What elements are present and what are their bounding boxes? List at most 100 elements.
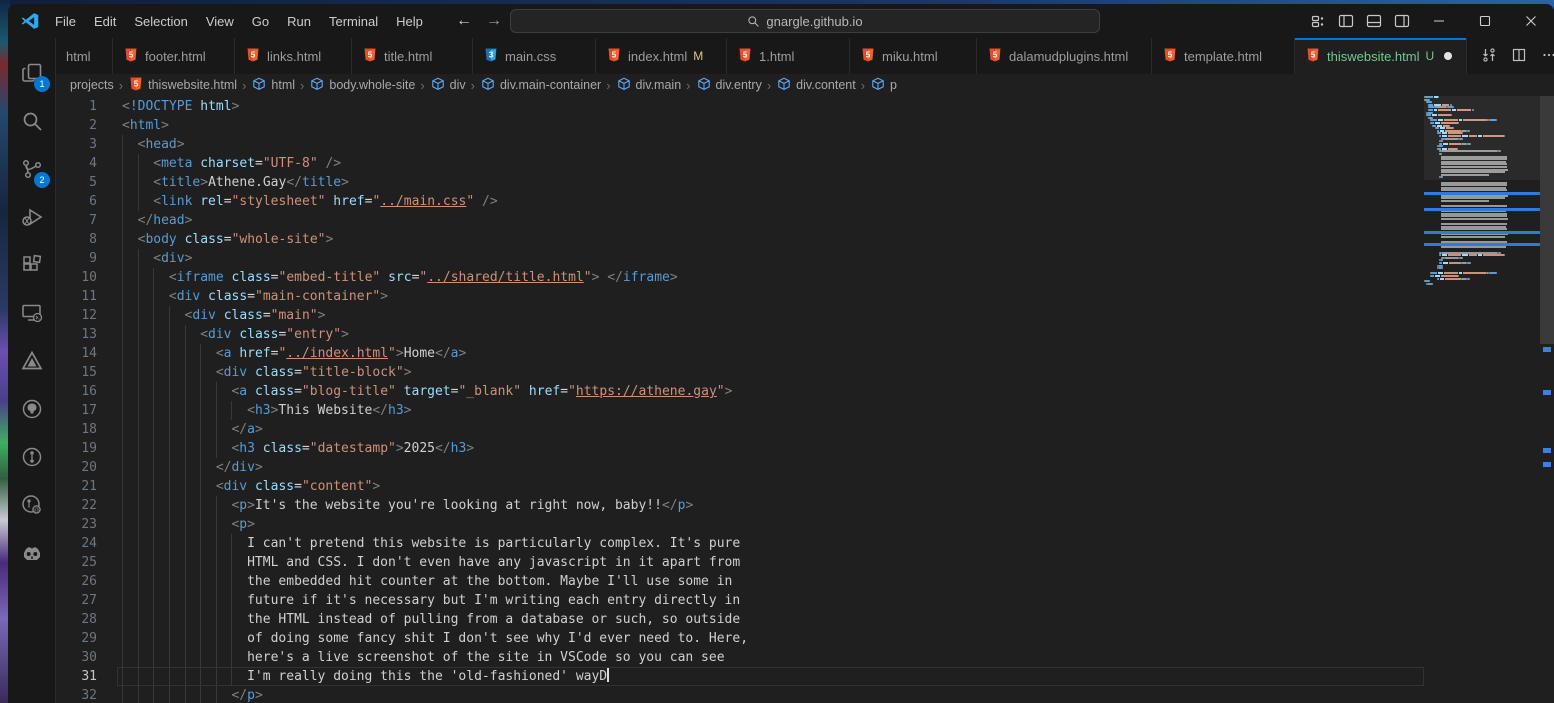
menu-file[interactable]: File <box>46 10 85 33</box>
code-line-8[interactable]: 8<body class="whole-site"> <box>57 230 1424 249</box>
activity-run-debug-icon[interactable] <box>8 194 56 242</box>
code-line-21[interactable]: 21<div class="content"> <box>57 477 1424 496</box>
tab-index.html[interactable]: 5index.htmlM <box>596 38 727 74</box>
menu-terminal[interactable]: Terminal <box>320 10 387 33</box>
activity-remote-explorer-icon[interactable] <box>8 290 56 338</box>
code-line-28[interactable]: 28the HTML instead of pulling from a dat… <box>57 610 1424 629</box>
activity-source-control-icon[interactable]: 2 <box>8 146 56 194</box>
breadcrumb-item-p[interactable]: p <box>870 76 897 95</box>
code-line-5[interactable]: 5<title>Athene.Gay</title> <box>57 173 1424 192</box>
breadcrumb-item-div.main[interactable]: div.main <box>616 76 682 95</box>
tab-main.css[interactable]: 3main.css <box>473 38 596 74</box>
panel-left-icon[interactable] <box>1338 13 1354 29</box>
code-line-16[interactable]: 16<a class="blog-title" target="_blank" … <box>57 382 1424 401</box>
compare-changes-icon[interactable] <box>1481 47 1497 66</box>
code-line-31[interactable]: 31I'm really doing this the 'old-fashion… <box>57 667 1424 686</box>
forward-arrow-icon[interactable]: → <box>486 12 502 30</box>
minimap-slider[interactable] <box>1424 96 1540 180</box>
split-editor-icon[interactable] <box>1511 47 1527 66</box>
menu-view[interactable]: View <box>197 10 243 33</box>
code-line-22[interactable]: 22<p>It's the website you're looking at … <box>57 496 1424 515</box>
tab-footer.html[interactable]: 5footer.html <box>113 38 235 74</box>
code-line-23[interactable]: 23<p> <box>57 515 1424 534</box>
breadcrumb-item-div.content[interactable]: div.content <box>776 76 856 95</box>
tab-links.html[interactable]: 5links.html <box>235 38 352 74</box>
code-line-14[interactable]: 14<a href="../index.html">Home</a> <box>57 344 1424 363</box>
tab-template.html[interactable]: 5template.html <box>1152 38 1295 74</box>
panel-right-icon[interactable] <box>1394 13 1410 29</box>
indent-guide <box>169 382 170 401</box>
more-actions-icon[interactable] <box>1541 47 1554 66</box>
breadcrumb-item-div.main-container[interactable]: div.main-container <box>480 76 601 95</box>
breadcrumb-item-body.whole-site[interactable]: body.whole-site <box>309 76 415 95</box>
code-line-27[interactable]: 27future if it's necessary but I'm writi… <box>57 591 1424 610</box>
panel-bottom-icon[interactable] <box>1366 13 1382 29</box>
tab-label: index.html <box>628 49 687 64</box>
menu-run[interactable]: Run <box>278 10 320 33</box>
indent-guide <box>169 420 170 439</box>
unsaved-dot[interactable] <box>1444 52 1452 60</box>
code-line-13[interactable]: 13<div class="entry"> <box>57 325 1424 344</box>
activity-extensions-icon[interactable] <box>8 242 56 290</box>
code-line-32[interactable]: 32</p> <box>57 686 1424 703</box>
breadcrumb-item-html[interactable]: html <box>251 76 295 95</box>
tab-thiswebsite.html[interactable]: 5thiswebsite.htmlU <box>1295 38 1467 74</box>
minimap[interactable] <box>1424 96 1540 703</box>
activity-badge: 2 <box>34 172 50 188</box>
tab-title.html[interactable]: 5title.html <box>352 38 473 74</box>
code-line-17[interactable]: 17<h3>This Website</h3> <box>57 401 1424 420</box>
minimap-line <box>1424 283 1540 286</box>
code-line-4[interactable]: 4<meta charset="UTF-8" /> <box>57 154 1424 173</box>
menu-help[interactable]: Help <box>387 10 432 33</box>
menu-selection[interactable]: Selection <box>125 10 196 33</box>
code-area[interactable]: 1<!DOCTYPE html>2<html>3<head>4<meta cha… <box>57 97 1424 703</box>
maximize-button[interactable] <box>1462 4 1508 38</box>
breadcrumb-item-div.entry[interactable]: div.entry <box>696 76 762 95</box>
activity-search-icon[interactable] <box>8 98 56 146</box>
activity-github-icon[interactable] <box>8 386 56 434</box>
activity-gitlens-inspect-icon[interactable]: @ <box>8 482 56 530</box>
code-line-10[interactable]: 10<iframe class="embed-title" src="../sh… <box>57 268 1424 287</box>
tab-1.html[interactable]: 51.html <box>727 38 850 74</box>
customize-layout-icon[interactable] <box>1310 13 1326 29</box>
code-line-26[interactable]: 26the embedded hit counter at the bottom… <box>57 572 1424 591</box>
command-center-search[interactable]: gnargle.github.io <box>510 9 1100 33</box>
tab-miku.html[interactable]: 5miku.html <box>850 38 977 74</box>
code-line-24[interactable]: 24I can't pretend this website is partic… <box>57 534 1424 553</box>
code-line-9[interactable]: 9<div> <box>57 249 1424 268</box>
code-line-30[interactable]: 30here's a live screenshot of the site i… <box>57 648 1424 667</box>
code-line-7[interactable]: 7</head> <box>57 211 1424 230</box>
code-line-6[interactable]: 6<link rel="stylesheet" href="../main.cs… <box>57 192 1424 211</box>
code-line-25[interactable]: 25HTML and CSS. I don't even have any ja… <box>57 553 1424 572</box>
breadcrumb-item-projects[interactable]: projects <box>70 78 114 92</box>
minimize-button[interactable] <box>1416 4 1462 38</box>
breadcrumb-item-div[interactable]: div <box>430 76 466 95</box>
code-line-18[interactable]: 18</a> <box>57 420 1424 439</box>
svg-text:@: @ <box>34 507 40 513</box>
activity-explorer-icon[interactable]: 1 <box>8 50 56 98</box>
code-line-20[interactable]: 20</div> <box>57 458 1424 477</box>
code-line-11[interactable]: 11<div class="main-container"> <box>57 287 1424 306</box>
tab-html[interactable]: html <box>56 38 113 74</box>
code-line-29[interactable]: 29of doing some fancy shit I don't see w… <box>57 629 1424 648</box>
menu-edit[interactable]: Edit <box>85 10 125 33</box>
close-button[interactable] <box>1508 4 1554 38</box>
tab-dalamudplugins.html[interactable]: 5dalamudplugins.html <box>977 38 1152 74</box>
svg-text:3: 3 <box>489 50 494 59</box>
code-line-1[interactable]: 1<!DOCTYPE html> <box>57 97 1424 116</box>
scrollbar-thumb[interactable] <box>1540 96 1554 344</box>
code-line-2[interactable]: 2<html> <box>57 116 1424 135</box>
back-arrow-icon[interactable]: ← <box>456 12 472 30</box>
breadcrumb-item-thiswebsite.html[interactable]: 5thiswebsite.html <box>128 76 237 95</box>
menu-go[interactable]: Go <box>243 10 278 33</box>
indent-guide <box>138 268 139 287</box>
code-line-19[interactable]: 19<h3 class="datestamp">2025</h3> <box>57 439 1424 458</box>
activity-triangle-logo-icon[interactable] <box>8 338 56 386</box>
activity-gitlens-icon[interactable] <box>8 434 56 482</box>
code-line-15[interactable]: 15<div class="title-block"> <box>57 363 1424 382</box>
code-line-12[interactable]: 12<div class="main"> <box>57 306 1424 325</box>
code-line-3[interactable]: 3<head> <box>57 135 1424 154</box>
activity-godot-tools-icon[interactable] <box>8 530 56 578</box>
editor-scrollbar[interactable] <box>1540 96 1554 703</box>
line-content: I'm really doing this the 'old-fashioned… <box>57 667 609 686</box>
